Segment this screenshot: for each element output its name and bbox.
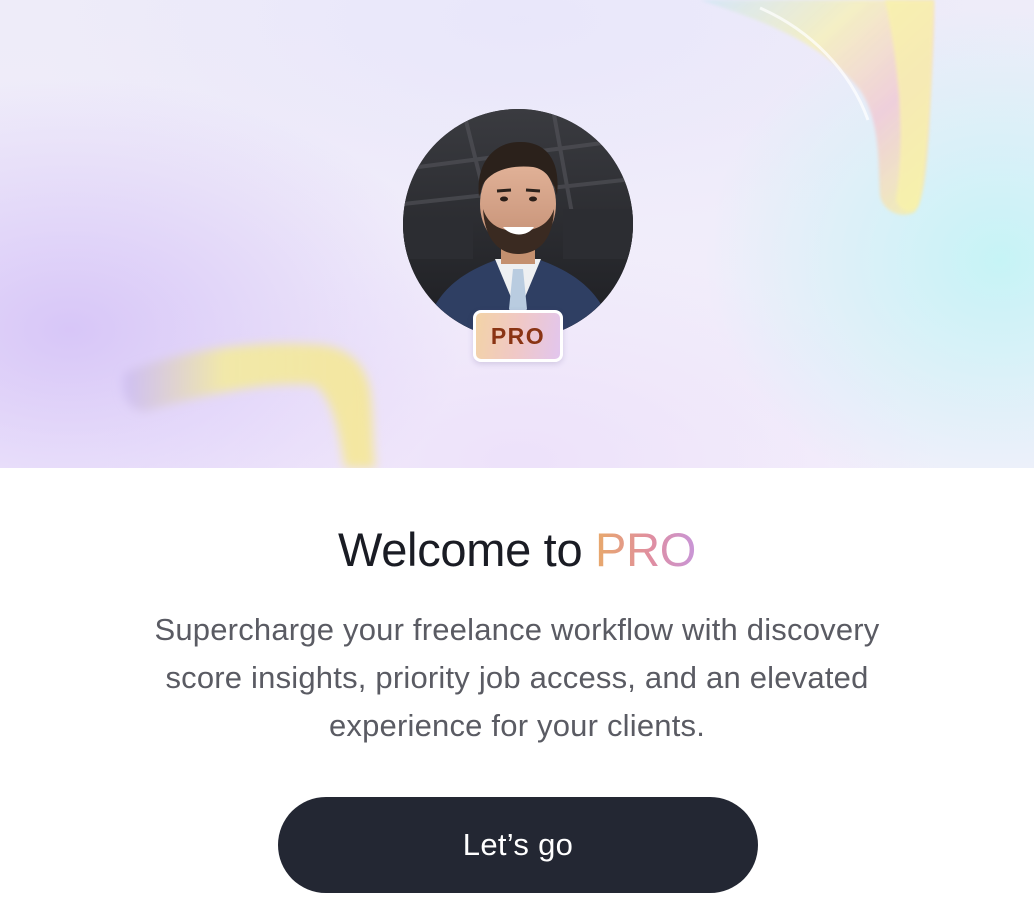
- lets-go-button[interactable]: Let’s go: [278, 797, 758, 893]
- hero-banner: PRO: [0, 0, 1034, 468]
- title-accent-pro: PRO: [595, 523, 696, 576]
- description-text: Supercharge your freelance workflow with…: [154, 612, 880, 743]
- avatar: [403, 109, 633, 339]
- page-title: Welcome to PRO: [0, 522, 1034, 578]
- avatar-photo: [403, 109, 633, 339]
- pro-badge: PRO: [473, 310, 563, 362]
- title-prefix: Welcome to: [338, 523, 583, 576]
- pro-welcome-screen: PRO Welcome to PRO Supercharge your free…: [0, 0, 1034, 919]
